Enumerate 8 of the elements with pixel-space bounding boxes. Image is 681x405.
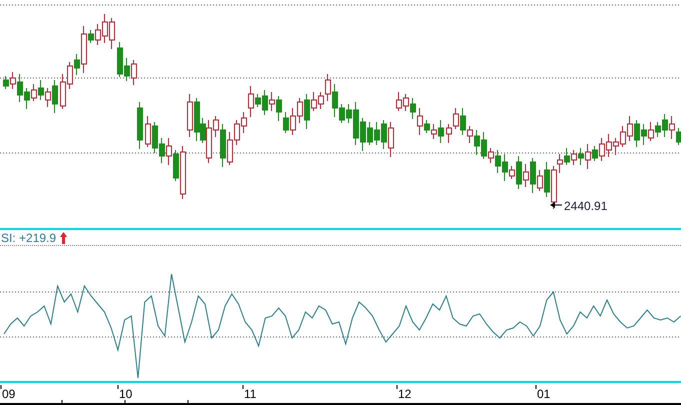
- axis-label: 12: [398, 387, 412, 401]
- indicator-label: SI: +219.9: [1, 230, 56, 244]
- low-price-label: 2440.91: [564, 199, 608, 213]
- axis-label: 01: [537, 387, 550, 401]
- axis-label: 09: [2, 387, 16, 401]
- leader-arrow: [550, 202, 562, 208]
- axis-label: 10: [119, 387, 132, 401]
- axis-label: 11: [244, 387, 256, 401]
